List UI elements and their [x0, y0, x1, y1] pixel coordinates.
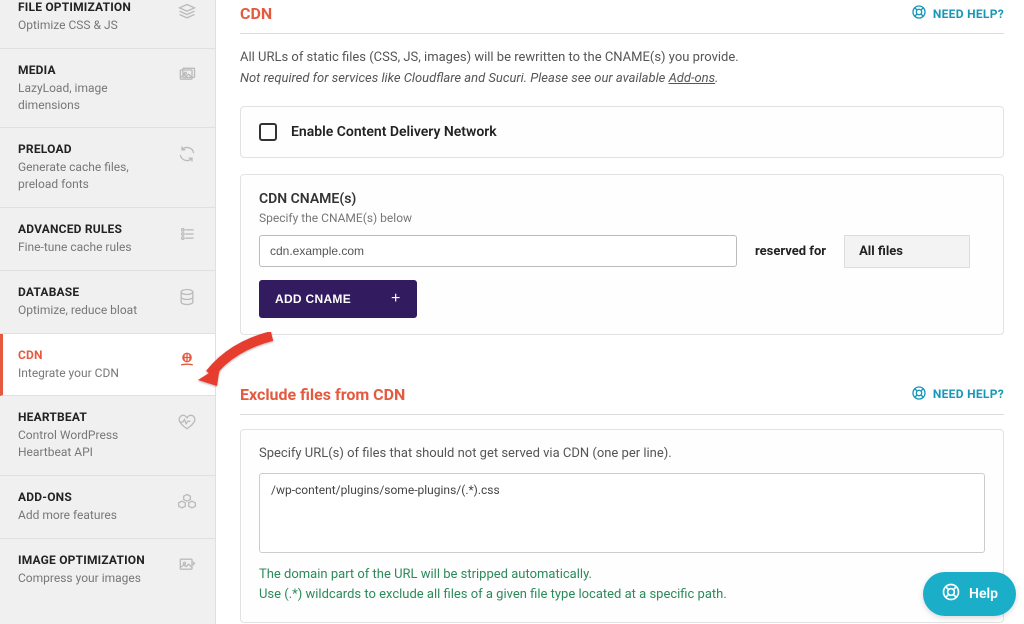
database-icon: [177, 287, 197, 311]
help-floating-button[interactable]: Help: [923, 572, 1016, 616]
sidebar-item-database[interactable]: DATABASE Optimize, reduce bloat: [0, 271, 215, 334]
cdn-description: All URLs of static files (CSS, JS, image…: [240, 48, 1004, 90]
cdn-desc-line1: All URLs of static files (CSS, JS, image…: [240, 48, 1004, 69]
need-help-label: NEED HELP?: [933, 387, 1004, 401]
globe-hand-icon: [177, 350, 197, 374]
sidebar-item-subtitle: Optimize, reduce bloat: [18, 302, 169, 319]
need-help-label: NEED HELP?: [933, 7, 1004, 21]
need-help-link[interactable]: NEED HELP?: [911, 4, 1004, 23]
exclude-hint-line2: Use (.*) wildcards to exclude all files …: [259, 585, 985, 606]
exclude-hint: The domain part of the URL will be strip…: [259, 565, 985, 607]
cdn-section-header: CDN NEED HELP?: [240, 4, 1004, 34]
sidebar-item-title: PRELOAD: [18, 142, 169, 156]
enable-cdn-checkbox[interactable]: [259, 123, 277, 141]
addons-link[interactable]: Add-ons: [669, 71, 716, 86]
add-cname-label: ADD CNAME: [275, 292, 351, 306]
cdn-desc-line2-prefix: Not required for services like Cloudflar…: [240, 71, 669, 86]
sidebar-item-subtitle: Generate cache files, preload fonts: [18, 159, 169, 193]
cdn-desc-line2-suffix: .: [715, 71, 718, 86]
sidebar-item-subtitle: Fine-tune cache rules: [18, 239, 169, 256]
main-content: CDN NEED HELP? All URLs of static files …: [216, 0, 1024, 624]
cname-subtitle: Specify the CNAME(s) below: [259, 211, 985, 225]
help-pill-label: Help: [969, 586, 998, 602]
cdn-section-title: CDN: [240, 4, 272, 23]
exclude-section-header: Exclude files from CDN NEED HELP?: [240, 385, 1004, 415]
sidebar-item-preload[interactable]: PRELOAD Generate cache files, preload fo…: [0, 128, 215, 208]
sidebar-item-subtitle: Integrate your CDN: [18, 365, 169, 382]
cname-input[interactable]: [259, 235, 737, 267]
sidebar-item-subtitle: Compress your images: [18, 570, 169, 587]
enable-cdn-label: Enable Content Delivery Network: [291, 124, 497, 140]
sliders-icon: [177, 224, 197, 248]
sidebar-item-title: FILE OPTIMIZATION: [18, 0, 169, 14]
enable-cdn-card: Enable Content Delivery Network: [240, 106, 1004, 158]
exclude-description: Specify URL(s) of files that should not …: [259, 446, 985, 461]
sidebar-item-subtitle: Control WordPress Heartbeat API: [18, 427, 169, 461]
sidebar-item-advanced-rules[interactable]: ADVANCED RULES Fine-tune cache rules: [0, 208, 215, 271]
exclude-files-textarea[interactable]: [259, 473, 985, 553]
sidebar-item-image-optimization[interactable]: IMAGE OPTIMIZATION Compress your images: [0, 539, 215, 601]
sidebar-item-file-optimization[interactable]: FILE OPTIMIZATION Optimize CSS & JS: [0, 0, 215, 49]
images-icon: [177, 65, 197, 89]
exclude-section-title: Exclude files from CDN: [240, 385, 405, 404]
boxes-icon: [177, 492, 197, 516]
refresh-icon: [177, 144, 197, 168]
sidebar-item-title: CDN: [18, 348, 169, 362]
sidebar-item-subtitle: Add more features: [18, 507, 169, 524]
image-compress-icon: [177, 555, 197, 579]
sidebar-item-heartbeat[interactable]: HEARTBEAT Control WordPress Heartbeat AP…: [0, 396, 215, 476]
sidebar-item-title: HEARTBEAT: [18, 410, 169, 424]
sidebar-item-title: IMAGE OPTIMIZATION: [18, 553, 169, 567]
plus-icon: +: [391, 290, 401, 308]
cname-title: CDN CNAME(s): [259, 191, 985, 207]
file-type-select[interactable]: All files: [844, 235, 970, 268]
sidebar-item-title: DATABASE: [18, 285, 169, 299]
sidebar-item-subtitle: Optimize CSS & JS: [18, 17, 169, 34]
lifebuoy-icon: [941, 582, 961, 606]
sidebar-item-title: ADVANCED RULES: [18, 222, 169, 236]
sidebar-item-addons[interactable]: ADD-ONS Add more features: [0, 476, 215, 539]
sidebar-item-cdn[interactable]: CDN Integrate your CDN: [0, 334, 215, 397]
add-cname-button[interactable]: ADD CNAME +: [259, 280, 417, 318]
exclude-card: Specify URL(s) of files that should not …: [240, 429, 1004, 624]
need-help-link[interactable]: NEED HELP?: [911, 385, 1004, 404]
sidebar-item-title: ADD-ONS: [18, 490, 169, 504]
sidebar-item-title: MEDIA: [18, 63, 169, 77]
heartbeat-icon: [177, 412, 197, 436]
reserved-for-label: reserved for: [755, 244, 826, 259]
lifebuoy-icon: [911, 385, 927, 404]
cname-card: CDN CNAME(s) Specify the CNAME(s) below …: [240, 174, 1004, 335]
settings-sidebar: FILE OPTIMIZATION Optimize CSS & JS MEDI…: [0, 0, 216, 624]
sidebar-item-media[interactable]: MEDIA LazyLoad, image dimensions: [0, 49, 215, 129]
stack-icon: [177, 2, 197, 26]
exclude-hint-line1: The domain part of the URL will be strip…: [259, 565, 985, 586]
lifebuoy-icon: [911, 4, 927, 23]
sidebar-item-subtitle: LazyLoad, image dimensions: [18, 80, 169, 114]
